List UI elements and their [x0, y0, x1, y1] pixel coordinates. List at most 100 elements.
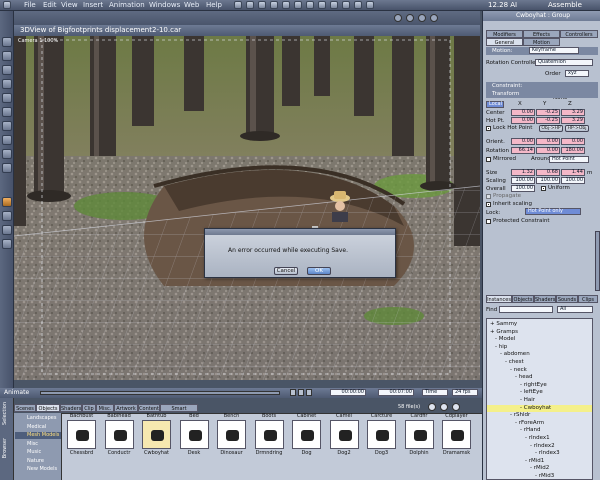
tab-objects[interactable]: Objects	[512, 295, 534, 303]
menu-web[interactable]: Web	[184, 1, 199, 9]
move-icon[interactable]	[406, 14, 414, 22]
cut-icon[interactable]	[294, 1, 302, 9]
rotation-z-field[interactable]: 180.00	[561, 147, 585, 154]
camera-icon[interactable]	[354, 1, 362, 9]
tree-item[interactable]: - head	[487, 374, 592, 381]
tree-item[interactable]: - rHand	[487, 427, 592, 434]
play-icon[interactable]	[298, 389, 304, 396]
orient-z-field[interactable]: 0.00	[561, 138, 585, 145]
hotpt-y-field[interactable]: -0.25	[536, 117, 560, 124]
copy-icon[interactable]	[306, 1, 314, 9]
tab-modifiers[interactable]: Modifiers	[486, 30, 523, 38]
tab-effects[interactable]: Effects	[523, 30, 560, 38]
tab-selection[interactable]: Selection	[2, 402, 8, 425]
uniform-checkbox[interactable]	[541, 186, 546, 191]
library-tab[interactable]: Misc.	[96, 404, 114, 412]
find-input[interactable]	[499, 306, 553, 313]
mirrored-checkbox[interactable]	[486, 157, 491, 162]
library-tab[interactable]: Shaders	[60, 404, 82, 412]
tree-item[interactable]: - rIndex1	[487, 435, 592, 442]
animate-label[interactable]: Animate	[4, 389, 29, 396]
tree-item[interactable]: - abdomen	[487, 351, 592, 358]
center-x-field[interactable]: 0.00	[511, 109, 535, 116]
menu-file[interactable]: File	[24, 1, 36, 9]
time-field-end[interactable]: 00:07:00	[378, 389, 414, 396]
tree-item[interactable]: + Sammy	[487, 321, 592, 328]
camera-tool-icon[interactable]	[2, 225, 12, 235]
object-tool-icon[interactable]	[2, 197, 12, 207]
tree-item[interactable]: - neck	[487, 367, 592, 374]
app-logo-icon[interactable]	[3, 1, 11, 9]
orient-y-field[interactable]: 0.00	[536, 138, 560, 145]
tree-item[interactable]: - Hair	[487, 397, 592, 404]
menu-insert[interactable]: Insert	[83, 1, 103, 9]
paste-icon[interactable]	[318, 1, 326, 9]
settings-icon[interactable]	[452, 403, 460, 411]
propagate-checkbox[interactable]	[486, 194, 491, 199]
stop-icon[interactable]	[306, 389, 312, 396]
redo-icon[interactable]	[282, 1, 290, 9]
pan-tool-icon[interactable]	[2, 107, 12, 117]
pointer-tool-icon[interactable]	[2, 37, 12, 47]
light-icon[interactable]	[366, 1, 374, 9]
tab-sounds[interactable]: Sounds	[556, 295, 578, 303]
library-thumbnail[interactable]: Babihead Conductr	[104, 413, 135, 458]
scaling-x-field[interactable]: 100.00	[511, 177, 535, 184]
library-thumbnail[interactable]: Cdplayer Dramamsk	[441, 413, 472, 458]
library-thumbnail[interactable]: Bachbust Chessbrd	[66, 413, 97, 458]
find-filter-select[interactable]: All	[557, 306, 593, 313]
library-category[interactable]: Nature	[15, 458, 61, 465]
tree-item[interactable]: - rMid2	[487, 465, 592, 472]
protected-constraint-checkbox[interactable]	[486, 219, 491, 224]
size-x-field[interactable]: 1.32	[511, 169, 535, 176]
library-thumbnail[interactable]: Camel Dog2	[329, 413, 360, 458]
instance-tree[interactable]: + Sammy + Gramps - Model - hip - abdomen - ch…	[486, 318, 593, 480]
center-y-field[interactable]: -0.25	[536, 109, 560, 116]
bend-tool-icon[interactable]	[2, 149, 12, 159]
library-category[interactable]: Medical	[15, 424, 61, 431]
tab-controllers[interactable]: Controllers	[560, 30, 598, 38]
library-thumbnail[interactable]: Bench Dinosaur	[216, 413, 247, 458]
tree-item[interactable]: - chest	[487, 359, 592, 366]
time-field-start[interactable]: 00:00:00	[330, 389, 366, 396]
library-thumbnail[interactable]: Bathtub Cwboyhat	[141, 413, 172, 458]
tab-browser[interactable]: Browser	[2, 438, 8, 458]
preview-icon[interactable]	[342, 1, 350, 9]
paint-tool-icon[interactable]	[2, 135, 12, 145]
time-mode-select[interactable]: Time	[422, 389, 448, 396]
tree-item[interactable]: - rMid1	[487, 458, 592, 465]
bone-tool-icon[interactable]	[2, 239, 12, 249]
menu-edit[interactable]: Edit	[43, 1, 57, 9]
scale-tool-icon[interactable]	[2, 79, 12, 89]
around-select[interactable]: Hot Point	[549, 156, 589, 163]
rotation-x-field[interactable]: 66.14	[511, 147, 535, 154]
orbit-tool-icon[interactable]	[2, 121, 12, 131]
hotpt-x-field[interactable]: 0.00	[511, 117, 535, 124]
rotate-icon[interactable]	[418, 14, 426, 22]
move-tool-icon[interactable]	[2, 51, 12, 61]
tab-motion[interactable]: Motion	[523, 38, 560, 46]
constraint-header[interactable]: Constraint:	[486, 82, 598, 90]
panel-scrollbar[interactable]	[595, 231, 600, 291]
library-category[interactable]: Misc	[15, 441, 61, 448]
cancel-button[interactable]: Cancel	[274, 267, 298, 275]
tree-item[interactable]: - rShldr	[487, 412, 592, 419]
library-tab[interactable]: Smart Content	[160, 404, 198, 420]
center-z-field[interactable]: 3.29	[561, 109, 585, 116]
light-tool-icon[interactable]	[2, 211, 12, 221]
library-category[interactable]: Mesh Models	[15, 432, 61, 439]
library-tab[interactable]: Objects	[36, 404, 60, 412]
new-icon[interactable]	[234, 1, 242, 9]
open-icon[interactable]	[246, 1, 254, 9]
obj-to-hp-button[interactable]: Obj->HP	[539, 125, 563, 132]
magnet-tool-icon[interactable]	[2, 163, 12, 173]
view-mode-icon[interactable]	[428, 403, 436, 411]
3d-viewport[interactable]: Camera 1 100%	[14, 36, 480, 380]
tree-item[interactable]: - rIndex3	[487, 450, 592, 457]
library-tab[interactable]: Artwork	[114, 404, 138, 412]
refresh-icon[interactable]	[440, 403, 448, 411]
size-z-field[interactable]: 1.44	[561, 169, 585, 176]
mode-selector[interactable]: Assemble	[548, 1, 582, 9]
play-back-icon[interactable]	[290, 389, 296, 396]
library-category[interactable]: Landscapes	[15, 415, 61, 422]
